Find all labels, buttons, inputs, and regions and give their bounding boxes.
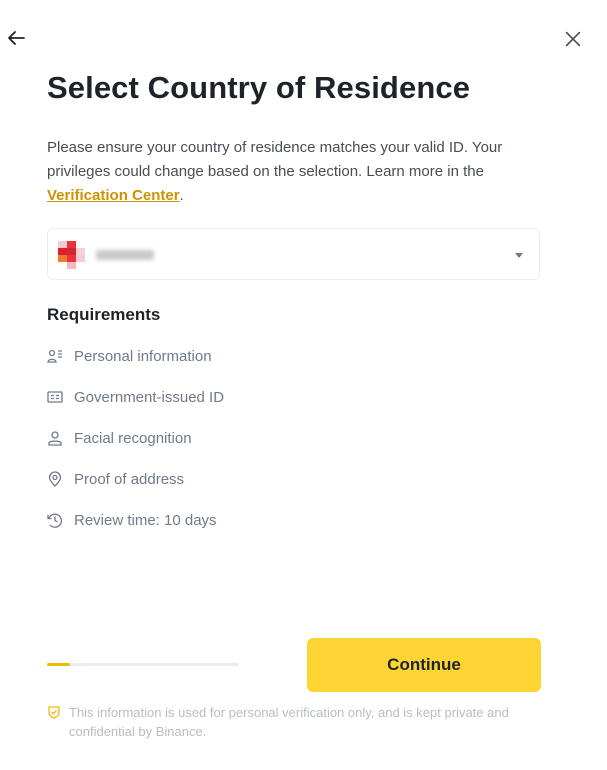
requirement-item: Personal information — [47, 346, 212, 366]
requirement-item: Review time: 10 days — [47, 510, 217, 530]
requirement-item: Facial recognition — [47, 428, 192, 448]
requirement-label: Review time: 10 days — [74, 511, 217, 529]
requirement-item: Proof of address — [47, 469, 184, 489]
description-suffix: . — [179, 187, 184, 204]
requirement-label: Personal information — [74, 347, 212, 365]
country-name — [96, 250, 154, 260]
location-pin-icon — [48, 471, 62, 487]
id-card-icon — [47, 391, 63, 403]
arrow-left-icon[interactable] — [4, 26, 28, 50]
privacy-note-text: This information is used for personal ve… — [69, 705, 509, 739]
continue-button[interactable]: Continue — [307, 638, 541, 692]
privacy-note: This information is used for personal ve… — [47, 703, 547, 741]
country-select[interactable] — [47, 228, 540, 280]
requirement-label: Facial recognition — [74, 429, 192, 447]
requirements-heading: Requirements — [47, 305, 161, 324]
personal-info-icon — [47, 349, 62, 363]
progress-fill — [47, 663, 71, 666]
progress-bar — [47, 663, 239, 666]
clock-icon — [47, 513, 62, 528]
page-title: Select Country of Residence — [47, 70, 471, 105]
requirement-item: Government-issued ID — [47, 387, 224, 407]
requirement-label: Proof of address — [74, 470, 185, 488]
country-flag-icon — [58, 241, 85, 269]
description-text: Please ensure your country of residence … — [47, 139, 503, 180]
description: Please ensure your country of residence … — [47, 136, 547, 208]
verification-center-link[interactable]: Verification Center — [47, 187, 180, 204]
close-icon[interactable] — [562, 28, 584, 50]
shield-check-icon — [48, 706, 60, 719]
requirement-label: Government-issued ID — [74, 388, 225, 406]
face-icon — [48, 431, 62, 446]
caret-down-icon — [515, 253, 523, 258]
